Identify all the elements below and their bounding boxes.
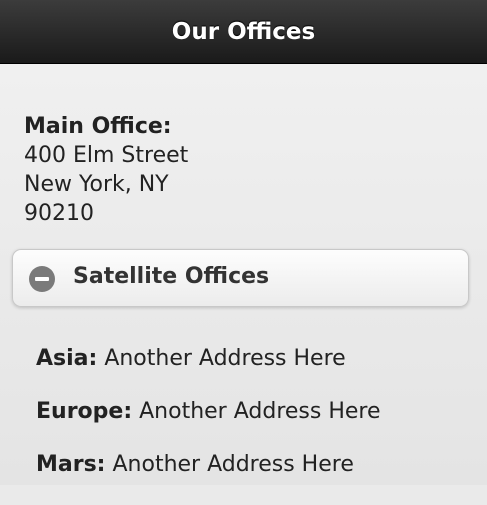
address-text: Another Address Here (104, 346, 346, 371)
list-item-asia: Asia: Another Address Here (36, 346, 381, 372)
address-text: Another Address Here (139, 399, 381, 424)
main-office-label: Main Office: (24, 114, 172, 139)
minus-circle-icon (29, 266, 55, 292)
satellite-offices-heading: Satellite Offices (73, 264, 270, 289)
main-office-zip: 90210 (24, 201, 94, 226)
list-item-europe: Europe: Another Address Here (36, 399, 381, 425)
header-bar: Our Offices (0, 0, 487, 64)
page-content: Main Office: 400 Elm Street New York, NY… (0, 64, 487, 485)
satellite-offices-toggle[interactable]: Satellite Offices (12, 249, 469, 307)
region-label: Asia: (36, 346, 98, 371)
satellite-offices-list: Asia: Another Address Here Europe: Anoth… (36, 346, 381, 505)
main-office-city: New York, NY (24, 172, 169, 197)
region-label: Europe: (36, 399, 133, 424)
main-office-block: Main Office: 400 Elm Street New York, NY… (24, 112, 188, 228)
main-office-street: 400 Elm Street (24, 143, 189, 168)
page-title: Our Offices (171, 18, 316, 45)
region-label: Mars: (36, 452, 106, 477)
address-text: Another Address Here (112, 452, 354, 477)
list-item-mars: Mars: Another Address Here (36, 452, 381, 478)
